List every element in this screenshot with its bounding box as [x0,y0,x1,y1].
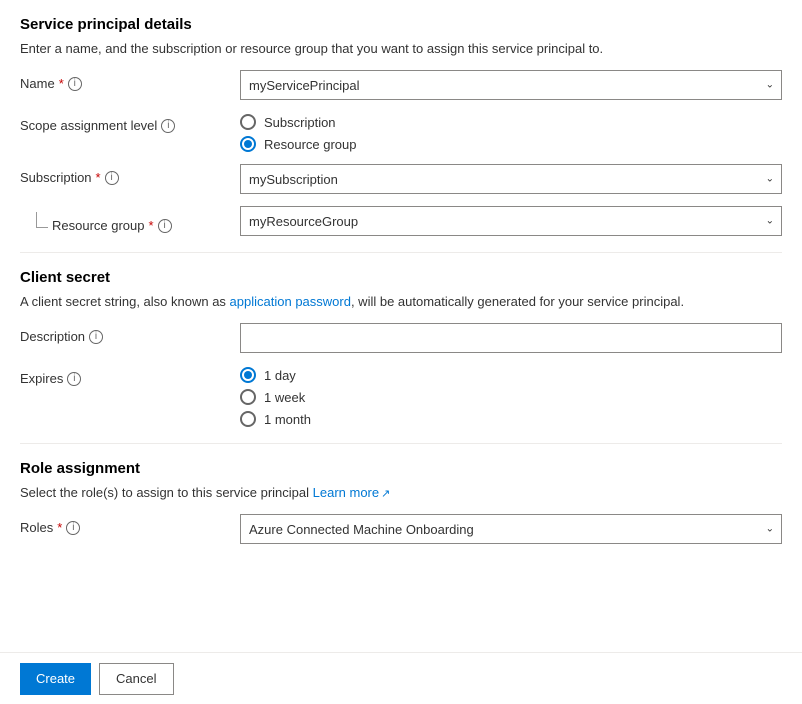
scope-subscription-option[interactable]: Subscription [240,114,782,130]
scope-row: Scope assignment level i Subscription Re… [20,112,782,152]
subscription-required: * [96,170,101,185]
roles-select[interactable]: Azure Connected Machine Onboarding [240,514,782,544]
learn-more-link[interactable]: Learn more↗ [313,485,391,500]
client-secret-desc-part1: A client secret string, also known as [20,294,230,309]
footer-bar: Create Cancel [0,652,802,704]
required-indicator: * [59,76,64,91]
name-row: Name * i myServicePrincipal ⌄ [20,70,782,100]
scope-label: Scope assignment level i [20,112,240,133]
scope-subscription-radio[interactable] [240,114,256,130]
role-assignment-title: Role assignment [20,460,782,477]
resource-group-label: Resource group * i [52,212,172,233]
section-client-secret: Client secret A client secret string, al… [20,269,782,427]
scope-resource-group-option[interactable]: Resource group [240,136,782,152]
roles-required: * [57,520,62,535]
roles-info-icon[interactable]: i [66,521,80,535]
expires-info-icon[interactable]: i [67,372,81,386]
description-row: Description i [20,323,782,353]
resource-group-control: myResourceGroup ⌄ [240,206,782,236]
page-title: Service principal details [20,16,782,33]
roles-control: Azure Connected Machine Onboarding ⌄ [240,514,782,544]
roles-row: Roles * i Azure Connected Machine Onboar… [20,514,782,544]
resource-group-indent: Resource group * i myResourceGroup ⌄ [36,206,782,236]
expires-1month-label: 1 month [264,412,311,427]
description-input[interactable] [240,323,782,353]
scope-control: Subscription Resource group [240,112,782,152]
section-service-principal: Service principal details Enter a name, … [20,16,782,236]
expires-control: 1 day 1 week 1 month [240,365,782,427]
divider-2 [20,443,782,444]
subscription-info-icon[interactable]: i [105,171,119,185]
expires-label: Expires i [20,365,240,386]
resource-group-select[interactable]: myResourceGroup [240,206,782,236]
expires-1day-label: 1 day [264,368,296,383]
expires-1day-radio[interactable] [240,367,256,383]
divider-1 [20,252,782,253]
scope-info-icon[interactable]: i [161,119,175,133]
expires-1week-option[interactable]: 1 week [240,389,782,405]
external-link-icon: ↗ [381,487,390,500]
description-label: Description i [20,323,240,344]
name-info-icon[interactable]: i [68,77,82,91]
roles-select-wrapper: Azure Connected Machine Onboarding ⌄ [240,514,782,544]
resource-group-required: * [149,218,154,233]
expires-radio-group: 1 day 1 week 1 month [240,365,782,427]
expires-1month-radio[interactable] [240,411,256,427]
scope-radio-group: Subscription Resource group [240,112,782,152]
role-assignment-desc: Select the role(s) to assign to this ser… [20,485,782,500]
resource-group-row: Resource group * i myResourceGroup ⌄ [20,206,782,236]
resource-group-info-icon[interactable]: i [158,219,172,233]
section-description: Enter a name, and the subscription or re… [20,41,782,56]
client-secret-desc: A client secret string, also known as ap… [20,294,782,309]
description-info-icon[interactable]: i [89,330,103,344]
expires-1week-label: 1 week [264,390,305,405]
scope-resource-group-radio[interactable] [240,136,256,152]
expires-1day-option[interactable]: 1 day [240,367,782,383]
cancel-button[interactable]: Cancel [99,663,173,695]
scope-subscription-label: Subscription [264,115,336,130]
scope-resource-group-label: Resource group [264,137,357,152]
expires-1week-radio[interactable] [240,389,256,405]
name-label: Name * i [20,70,240,91]
expires-1month-option[interactable]: 1 month [240,411,782,427]
subscription-select[interactable]: mySubscription [240,164,782,194]
resource-group-select-wrapper: myResourceGroup ⌄ [240,206,782,236]
roles-label: Roles * i [20,514,240,535]
name-control: myServicePrincipal ⌄ [240,70,782,100]
name-select[interactable]: myServicePrincipal [240,70,782,100]
client-secret-desc-part2: , will be automatically generated for yo… [351,294,684,309]
role-assignment-desc-text: Select the role(s) to assign to this ser… [20,485,313,500]
section-role-assignment: Role assignment Select the role(s) to as… [20,460,782,544]
subscription-control: mySubscription ⌄ [240,164,782,194]
indent-connector [36,212,48,228]
application-password-link[interactable]: application password [230,294,351,309]
indent-wrapper: Resource group * i [36,206,240,233]
create-button[interactable]: Create [20,663,91,695]
subscription-label: Subscription * i [20,164,240,185]
expires-row: Expires i 1 day 1 week 1 month [20,365,782,427]
description-control [240,323,782,353]
client-secret-title: Client secret [20,269,782,286]
subscription-select-wrapper: mySubscription ⌄ [240,164,782,194]
subscription-row: Subscription * i mySubscription ⌄ [20,164,782,194]
name-select-wrapper: myServicePrincipal ⌄ [240,70,782,100]
